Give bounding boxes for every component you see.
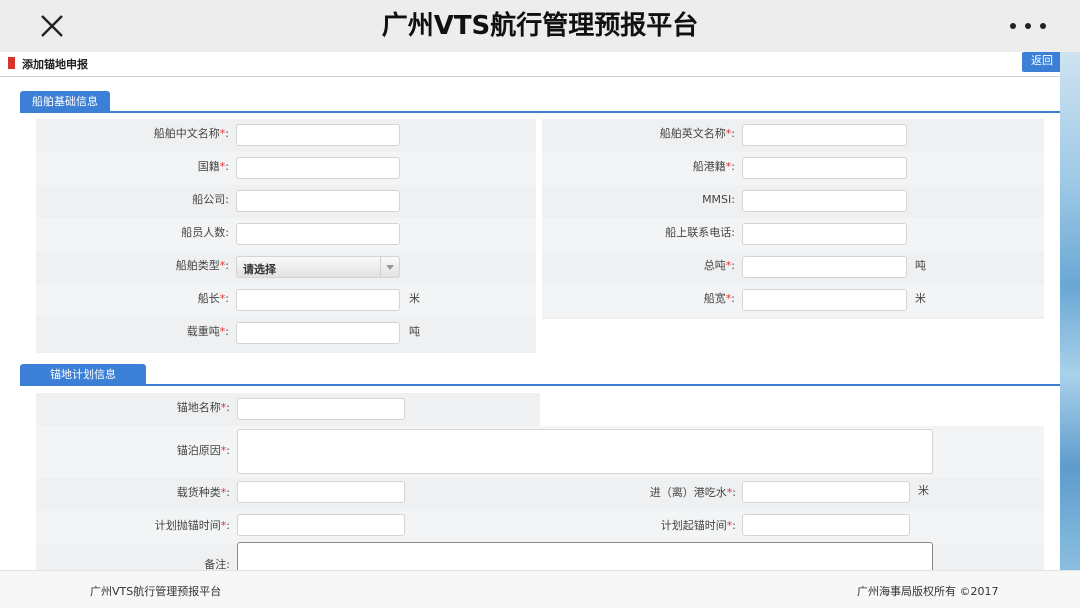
draft-input[interactable]: [742, 481, 910, 503]
crew-count-input[interactable]: [236, 223, 400, 245]
field-length: 船长*: 米: [36, 284, 536, 317]
section-anchorage-header: 锚地计划信息: [20, 360, 1060, 386]
section-vessel-header: 船舶基础信息: [20, 87, 1060, 113]
en-name-input[interactable]: [742, 124, 907, 146]
field-crew-count: 船员人数:: [36, 218, 536, 251]
back-button[interactable]: 返回: [1022, 52, 1060, 72]
breadcrumb-marker-icon: [8, 57, 15, 69]
field-ship-type: 船舶类型*: 请选择: [36, 251, 536, 284]
ship-type-value: 请选择: [243, 263, 276, 276]
more-button[interactable]: [1010, 16, 1046, 36]
anchorage-name-input[interactable]: [237, 398, 405, 420]
cn-name-input[interactable]: [236, 124, 400, 146]
anchor-reason-textarea[interactable]: [237, 429, 933, 474]
footer-copyright: 广州海事局版权所有 ©2017: [857, 585, 999, 598]
ship-phone-input[interactable]: [742, 223, 907, 245]
ship-type-select[interactable]: 请选择: [236, 256, 400, 278]
dwt-input[interactable]: [236, 322, 400, 344]
field-anchor-reason: 锚泊原因*:: [36, 426, 1044, 478]
gross-tonnage-input[interactable]: [742, 256, 907, 278]
field-gross-tonnage: 总吨*: 吨: [542, 251, 1044, 284]
empty-cell: [540, 393, 1044, 426]
chevron-down-icon: [380, 257, 399, 277]
field-dwt: 载重吨*: 吨: [36, 317, 536, 350]
breadcrumb: 添加锚地申报: [0, 52, 1060, 77]
field-ship-phone: 船上联系电话:: [542, 218, 1044, 251]
port-registry-input[interactable]: [742, 157, 907, 179]
background-decoration: [1058, 52, 1080, 572]
lift-anchor-time-input[interactable]: [742, 514, 910, 536]
breadcrumb-title: 添加锚地申报: [22, 58, 88, 71]
gross-tonnage-unit: 吨: [915, 259, 926, 272]
remarks-textarea[interactable]: [237, 542, 933, 570]
width-input[interactable]: [742, 289, 907, 311]
field-anchor-times: 计划抛锚时间*: 计划起锚时间*:: [36, 511, 1044, 544]
footer: 广州VTS航行管理预报平台 广州海事局版权所有 ©2017: [0, 570, 1080, 608]
draft-unit: 米: [918, 484, 929, 497]
more-dots-icon: [1010, 23, 1016, 29]
footer-platform-name: 广州VTS航行管理预报平台: [90, 585, 222, 598]
field-mmsi: MMSI:: [542, 185, 1044, 218]
close-icon: [41, 15, 63, 37]
length-unit: 米: [409, 292, 420, 305]
company-input[interactable]: [236, 190, 400, 212]
length-input[interactable]: [236, 289, 400, 311]
cargo-type-input[interactable]: [237, 481, 405, 503]
form-page: 添加锚地申报 返回 船舶基础信息 船舶中文名称*: 国籍*: 船公司: 船员人数…: [0, 52, 1060, 570]
vessel-panel-left: 船舶中文名称*: 国籍*: 船公司: 船员人数: 船舶类型*: 请选择 船长*:: [36, 119, 536, 353]
section-anchorage-tab[interactable]: 锚地计划信息: [20, 364, 146, 386]
drop-anchor-time-input[interactable]: [237, 514, 405, 536]
close-button[interactable]: [36, 10, 68, 42]
app-title: 广州VTS航行管理预报平台: [381, 11, 699, 41]
field-en-name: 船舶英文名称*:: [542, 119, 1044, 152]
mmsi-input[interactable]: [742, 190, 907, 212]
field-cargo-and-draft: 载货种类*: 进（离）港吃水*: 米: [36, 478, 1044, 511]
width-unit: 米: [915, 292, 926, 305]
field-cn-name: 船舶中文名称*:: [36, 119, 536, 152]
top-bar: 广州VTS航行管理预报平台: [0, 0, 1080, 53]
dwt-unit: 吨: [409, 325, 420, 338]
vessel-panel-right: 船舶英文名称*: 船港籍*: MMSI: 船上联系电话: 总吨*: 吨 船宽*:…: [542, 119, 1044, 319]
field-nationality: 国籍*:: [36, 152, 536, 185]
field-company: 船公司:: [36, 185, 536, 218]
anchorage-panel: 锚地名称*: 锚泊原因*: 载货种类*: 进（离）港吃水*: 米 计划抛锚时间*…: [36, 393, 1044, 570]
field-width: 船宽*: 米: [542, 284, 1044, 317]
section-vessel-tab[interactable]: 船舶基础信息: [20, 91, 110, 113]
field-port-registry: 船港籍*:: [542, 152, 1044, 185]
field-anchorage-name: 锚地名称*:: [36, 393, 540, 426]
nationality-input[interactable]: [236, 157, 400, 179]
field-remarks: 备注:: [36, 542, 1044, 570]
